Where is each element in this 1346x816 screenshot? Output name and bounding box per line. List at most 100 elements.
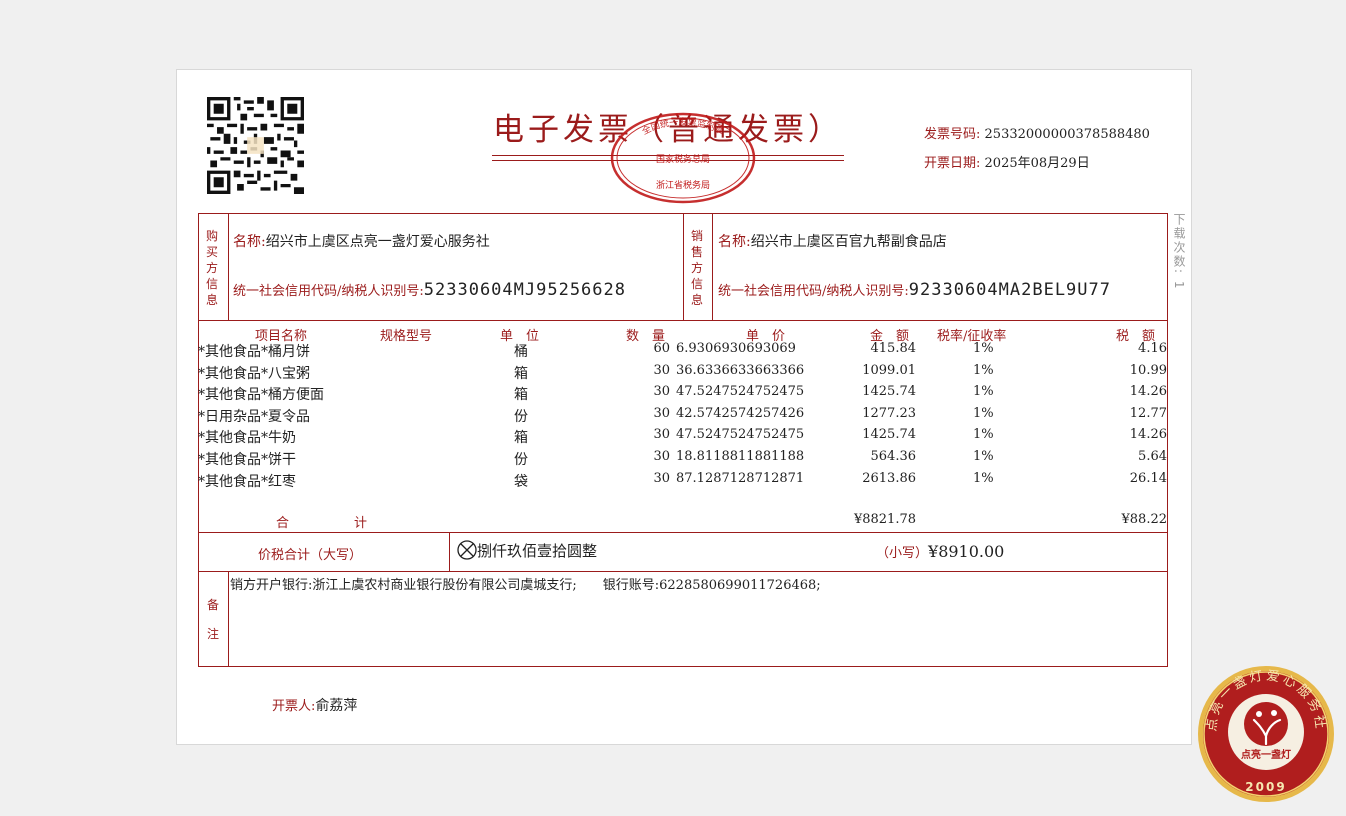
cell-qty: 30: [653, 362, 670, 378]
cell-price: 47.5247524752475: [676, 384, 805, 400]
stamp-bottom-text: 浙江省税务局: [656, 179, 710, 191]
seal-year: 2009: [1245, 780, 1286, 794]
buyer-name-value: 绍兴市上虞区点亮一盏灯爱心服务社: [265, 234, 490, 250]
cell-price: 47.5247524752475: [676, 427, 805, 443]
cell-rate: 1%: [973, 341, 994, 356]
total-amount: ¥8821.78: [853, 512, 916, 527]
cell-name: *其他食品*红枣: [198, 473, 296, 490]
seller-tax-label: 统一社会信用代码/纳税人识别号:: [718, 284, 909, 299]
stamp-mid-text: 国家税务总局: [656, 153, 710, 165]
table-row: *其他食品*牛奶 箱 30 47.5247524752475 1425.74 1% 14.2…: [198, 427, 1168, 449]
seal-center-text: 点亮一盏灯: [1241, 748, 1291, 761]
cross-circle-icon: [457, 540, 477, 560]
remarks-label-1: 备: [206, 598, 219, 612]
buyer-tax-id: 52330604MJ95256628: [423, 280, 626, 300]
cell-unit: 袋: [514, 473, 528, 490]
buyer-name-label: 名称:: [233, 234, 266, 250]
total-label: 合 计: [276, 516, 368, 531]
cell-price: 6.9306930693069: [676, 341, 796, 356]
table-row: *其他食品*饼干 份 30 18.8118811881188 564.36 1% 5.64: [198, 449, 1168, 471]
remarks-text: 销方开户银行:浙江上虞农村商业银行股份有限公司虞城支行; 银行账号:622858…: [230, 578, 821, 593]
invoice-date-value: 2025年08月29日: [984, 156, 1090, 171]
cell-tax: 12.77: [1129, 405, 1167, 421]
grand-total-small-value: ¥8910.00: [928, 542, 1005, 561]
cell-tax: 14.26: [1129, 427, 1167, 443]
cell-unit: 箱: [514, 430, 528, 447]
cell-price: 42.5742574257426: [676, 405, 805, 421]
cell-name: *日用杂品*夏令品: [198, 408, 310, 425]
cell-tax: 4.16: [1138, 341, 1167, 356]
cell-qty: 60: [653, 341, 670, 356]
cell-qty: 30: [653, 427, 670, 443]
cell-amount: 415.84: [870, 341, 917, 356]
cell-name: *其他食品*桶方便面: [198, 387, 324, 404]
cell-amount: 1425.74: [862, 427, 916, 443]
divider-seller-label: [712, 213, 713, 320]
cell-qty: 30: [653, 384, 670, 400]
cell-amount: 1425.74: [862, 384, 916, 400]
download-count: 下载次数: 1: [1172, 213, 1186, 291]
buyer-side-label: 购买方信息: [205, 229, 218, 307]
cell-unit: 份: [514, 452, 528, 468]
seller-tax-id: 92330604MA2BEL9U77: [908, 280, 1111, 300]
qr-code: [207, 97, 304, 194]
cell-qty: 30: [653, 449, 670, 464]
cell-rate: 1%: [973, 470, 994, 486]
cell-tax: 26.14: [1129, 470, 1167, 486]
invoice-date: 开票日期: 2025年08月29日: [924, 152, 1090, 171]
organization-seal-logo: 点亮一盏灯爱心服务社 点亮一盏灯 2009: [1198, 666, 1334, 802]
grand-total-label: 价税合计（大写）: [258, 548, 363, 563]
cell-price: 87.1287128712871: [676, 470, 805, 486]
divider-parties: [198, 320, 1168, 321]
remarks-label-2: 注: [206, 627, 219, 641]
cell-name: *其他食品*桶月饼: [198, 344, 310, 360]
cell-qty: 30: [653, 405, 670, 421]
cell-rate: 1%: [973, 362, 994, 378]
cell-tax: 10.99: [1129, 362, 1167, 378]
issuer: 开票人:俞荔萍: [272, 695, 357, 715]
divider-grand-label: [449, 532, 450, 571]
invoice-number: 发票号码: 25332000000378588480: [924, 123, 1150, 142]
seller-name-value: 绍兴市上虞区百官九帮副食品店: [750, 234, 947, 250]
seller-name: 名称:绍兴市上虞区百官九帮副食品店: [718, 231, 947, 251]
cell-rate: 1%: [973, 405, 994, 421]
buyer-tax: 统一社会信用代码/纳税人识别号:52330604MJ95256628: [233, 280, 626, 300]
divider-buyer-label: [228, 213, 229, 320]
divider-grand-total: [198, 571, 1168, 572]
total-tax: ¥88.22: [1121, 512, 1168, 527]
cell-amount: 1277.23: [862, 405, 916, 421]
cell-amount: 1099.01: [862, 362, 916, 378]
table-row: *其他食品*红枣 袋 30 87.1287128712871 2613.86 1% 26.1…: [198, 471, 1168, 493]
cell-qty: 30: [653, 470, 670, 486]
divider-total: [198, 532, 1168, 533]
cell-rate: 1%: [973, 449, 994, 464]
buyer-tax-label: 统一社会信用代码/纳税人识别号:: [233, 284, 424, 299]
invoice-number-value: 25332000000378588480: [984, 127, 1150, 142]
grand-total-uppercase: 捌仟玖佰壹拾圆整: [457, 540, 597, 561]
grand-total-small-label: （小写）: [876, 546, 929, 561]
divider-remarks-label: [228, 571, 229, 667]
official-stamp: 全国统一发票监制章 国家税务总局 浙江省税务局: [610, 112, 756, 204]
buyer-name: 名称:绍兴市上虞区点亮一盏灯爱心服务社: [233, 231, 490, 251]
seller-tax: 统一社会信用代码/纳税人识别号:92330604MA2BEL9U77: [718, 280, 1111, 300]
table-row: *其他食品*桶月饼 桶 60 6.9306930693069 415.84 1% 4.16: [198, 341, 1168, 363]
cell-amount: 2613.86: [862, 470, 916, 486]
invoice-date-label: 开票日期:: [924, 156, 981, 171]
cell-price: 36.6336633663366: [676, 362, 805, 378]
issuer-name: 俞荔萍: [315, 698, 358, 714]
cell-unit: 桶: [514, 344, 528, 360]
divider-buyer-seller: [683, 213, 684, 320]
grand-total-uppercase-value: 捌仟玖佰壹拾圆整: [477, 542, 598, 560]
table-row: *日用杂品*夏令品 份 30 42.5742574257426 1277.23 1% 12.…: [198, 406, 1168, 428]
table-row: *其他食品*八宝粥 箱 30 36.6336633663366 1099.01 1% 10.…: [198, 363, 1168, 385]
seller-side-label: 销售方信息: [690, 229, 703, 307]
invoice-number-label: 发票号码:: [924, 127, 981, 142]
cell-rate: 1%: [973, 384, 994, 400]
cell-name: *其他食品*八宝粥: [198, 365, 310, 382]
table-row: *其他食品*桶方便面 箱 30 47.5247524752475 1425.74 1% 14…: [198, 384, 1168, 406]
cell-unit: 份: [514, 408, 528, 425]
cell-name: *其他食品*牛奶: [198, 430, 296, 447]
cell-tax: 14.26: [1129, 384, 1167, 400]
seller-name-label: 名称:: [718, 234, 751, 250]
cell-price: 18.8118811881188: [676, 449, 805, 464]
